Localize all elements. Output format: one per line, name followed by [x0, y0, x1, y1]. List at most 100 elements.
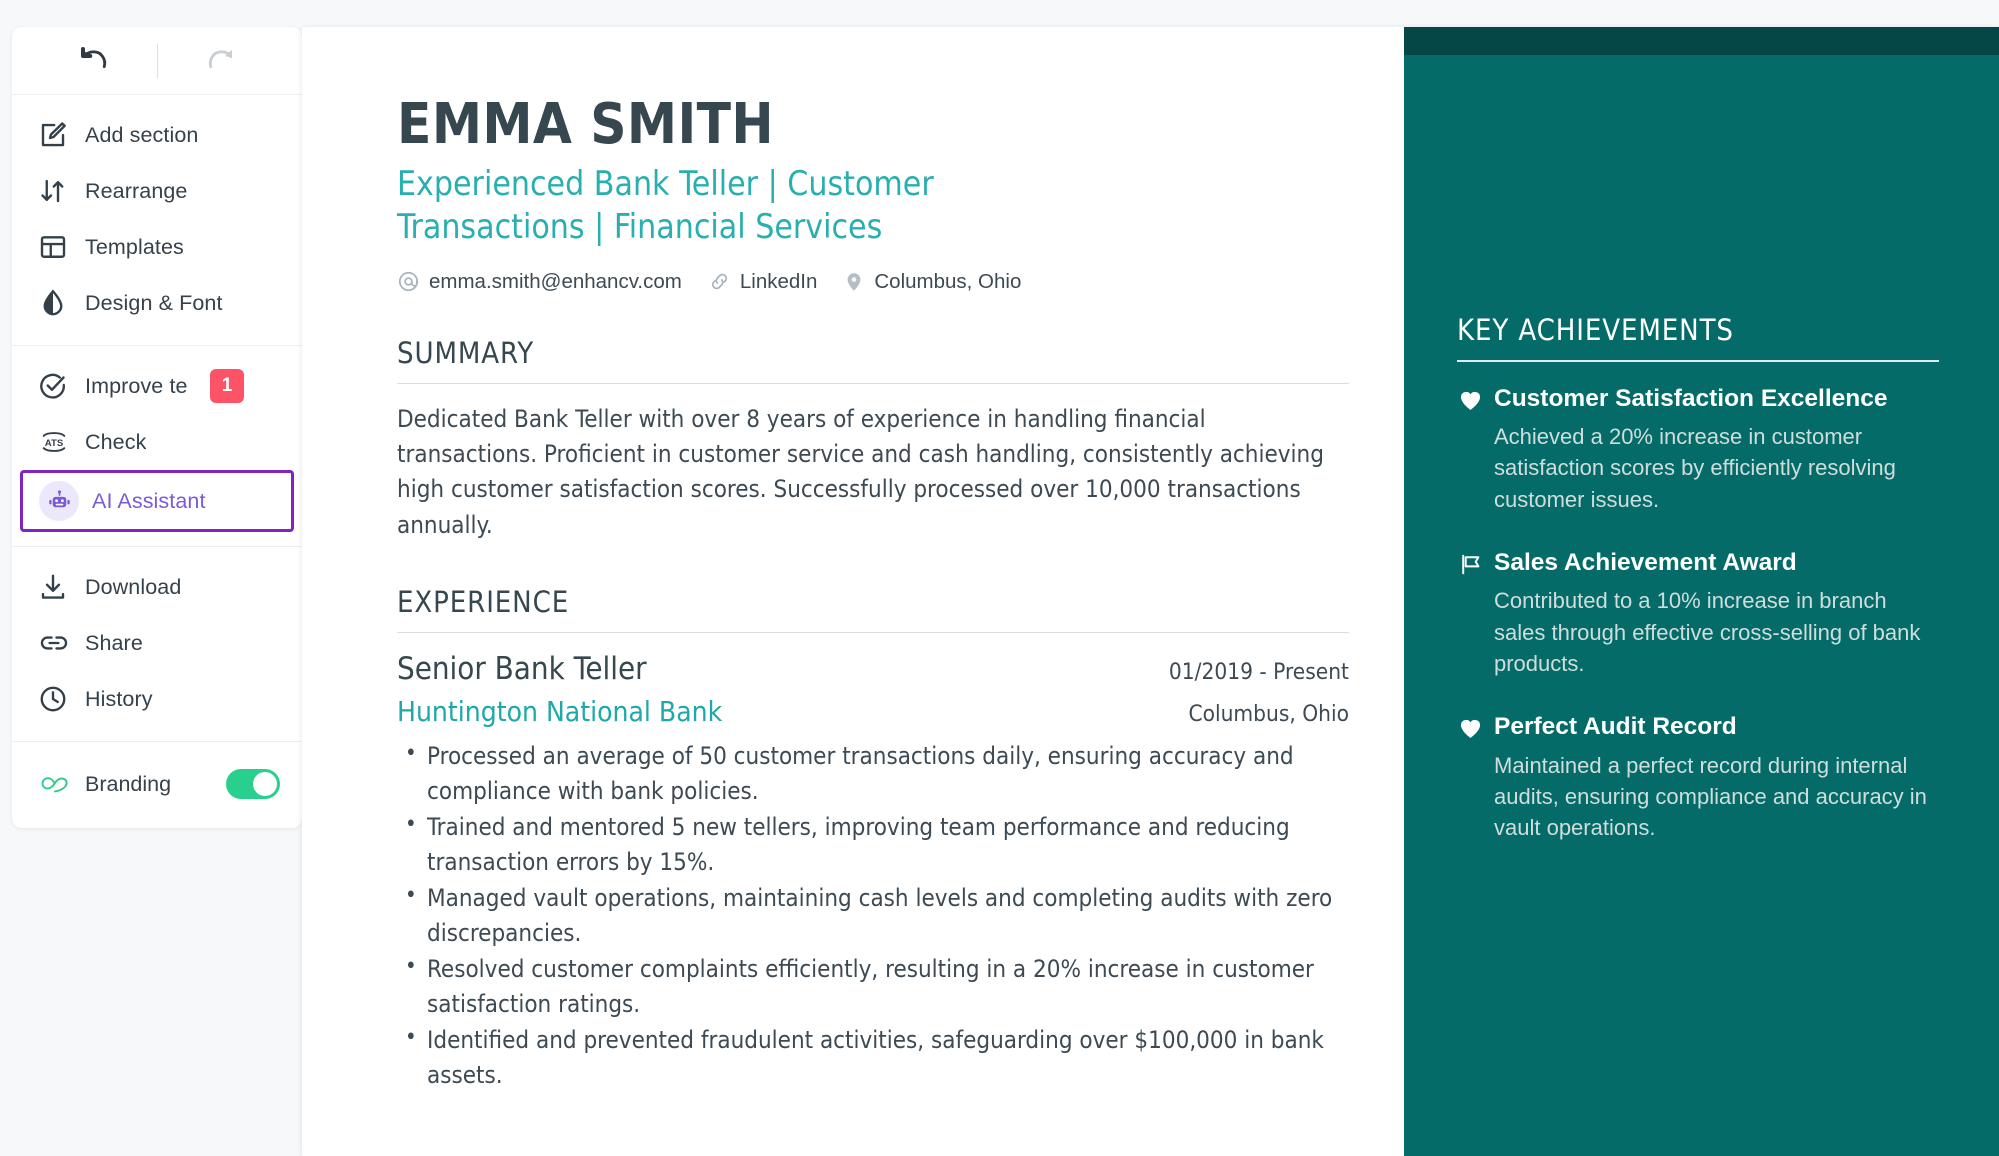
contact-email[interactable]: emma.smith@enhancv.com [397, 270, 682, 294]
resume-main-column: EMMA SMITH Experienced Bank Teller | Cus… [302, 27, 1404, 1094]
redo-icon [208, 49, 232, 68]
job-dates[interactable]: 01/2019 - Present [1169, 659, 1349, 685]
contact-location[interactable]: Columbus, Ohio [843, 270, 1021, 294]
resume-side-panel: KEY ACHIEVEMENTS Customer Satisfaction E… [1404, 27, 1999, 1156]
toggle-knob [253, 772, 277, 796]
section-title-summary: SUMMARY [397, 335, 535, 370]
contact-linkedin-text: LinkedIn [739, 269, 818, 293]
sidebar-item-label: History [85, 686, 153, 711]
ats-icon: ATS [38, 427, 72, 457]
achievement-item[interactable]: Perfect Audit Record Maintained a perfec… [1457, 712, 1939, 843]
achievement-item[interactable]: Customer Satisfaction Excellence Achieve… [1457, 384, 1939, 515]
contact-email-text: emma.smith@enhancv.com [429, 269, 682, 293]
sidebar-item-label: Rearrange [85, 178, 188, 203]
branding-toggle[interactable] [226, 769, 280, 799]
sidebar-item-label: Share [85, 630, 143, 655]
achievement-heading: Sales Achievement Award [1494, 548, 1797, 576]
link-chain-icon [708, 270, 731, 293]
sidebar-item-download[interactable]: Download [12, 559, 302, 615]
sidebar-group-assist: Improve te 1 ATS Check AI Assistant [12, 346, 302, 547]
job-subheader: Huntington National Bank Columbus, Ohio [397, 695, 1349, 728]
sidebar-item-add-section[interactable]: Add section [12, 107, 302, 163]
summary-text[interactable]: Dedicated Bank Teller with over 8 years … [397, 402, 1327, 543]
achievement-description: Contributed to a 10% increase in branch … [1494, 588, 1921, 676]
list-item[interactable]: Managed vault operations, maintaining ca… [405, 880, 1347, 951]
job-location[interactable]: Columbus, Ohio [1188, 701, 1349, 727]
edit-square-icon [38, 120, 72, 150]
contact-row: emma.smith@enhancv.com LinkedIn Columbus… [397, 270, 1349, 294]
sidebar-item-rearrange[interactable]: Rearrange [12, 163, 302, 219]
sidebar-item-label: Improve te [85, 373, 188, 398]
job-company[interactable]: Huntington National Bank [397, 695, 722, 728]
achievement-body: Customer Satisfaction Excellence Achieve… [1494, 384, 1939, 515]
map-pin-icon [843, 271, 865, 293]
section-title-key-achievements: KEY ACHIEVEMENTS [1457, 313, 1734, 347]
section-divider [1457, 360, 1939, 362]
download-icon [38, 572, 72, 602]
branding-row: Branding [12, 754, 302, 814]
achievement-body: Perfect Audit Record Maintained a perfec… [1494, 712, 1939, 843]
sidebar-item-improve-text[interactable]: Improve te 1 [12, 358, 302, 414]
link-share-icon [38, 628, 72, 658]
robot-icon [39, 481, 79, 521]
sidebar-item-label: Design & Font [85, 290, 223, 315]
sidebar-group-branding: Branding [12, 742, 302, 828]
templates-layout-icon [38, 232, 72, 262]
heart-icon [1457, 712, 1494, 843]
sidebar-group-edit: Add section Rearrange Templates Design &… [12, 95, 302, 346]
list-item[interactable]: Resolved customer complaints efficiently… [405, 951, 1347, 1022]
undo-redo-toolbar [12, 27, 302, 95]
svg-text:ATS: ATS [45, 438, 64, 449]
sidebar-item-label: Download [85, 574, 182, 599]
heart-icon [1457, 384, 1494, 515]
sidebar-item-ai-assistant[interactable]: AI Assistant [20, 470, 294, 532]
job-bullet-list: Processed an average of 50 customer tran… [397, 738, 1349, 1093]
section-divider [397, 631, 1349, 633]
sidebar-item-label: Check [85, 429, 147, 454]
list-item[interactable]: Processed an average of 50 customer tran… [405, 738, 1347, 809]
sidebar-item-label: Add section [85, 122, 199, 147]
status-badge: 1 [210, 369, 244, 403]
clock-history-icon [38, 684, 72, 714]
rearrange-arrows-icon [38, 176, 72, 206]
achievement-heading: Customer Satisfaction Excellence [1494, 384, 1888, 412]
achievement-description: Maintained a perfect record during inter… [1494, 752, 1927, 841]
sidebar-item-design-font[interactable]: Design & Font [12, 275, 302, 331]
sidebar-item-label: AI Assistant [92, 488, 206, 513]
achievement-heading: Perfect Audit Record [1494, 713, 1737, 741]
section-divider [397, 382, 1349, 384]
flag-icon [1457, 548, 1494, 679]
experience-entry: Senior Bank Teller 01/2019 - Present Hun… [397, 651, 1349, 1093]
page-title[interactable]: EMMA SMITH [397, 94, 1349, 155]
list-item[interactable]: Identified and prevented fraudulent acti… [405, 1022, 1347, 1093]
undo-button[interactable] [31, 31, 157, 91]
undo-icon [80, 46, 106, 68]
sidebar-item-history[interactable]: History [12, 671, 302, 727]
check-circle-icon [38, 371, 72, 401]
achievement-body: Sales Achievement Award Contributed to a… [1494, 548, 1939, 679]
redo-button[interactable] [158, 31, 284, 91]
section-summary: SUMMARY Dedicated Bank Teller with over … [397, 336, 1349, 543]
section-title-experience: EXPERIENCE [397, 584, 570, 619]
resume-page: EMMA SMITH Experienced Bank Teller | Cus… [302, 27, 1999, 1156]
enhancv-infinity-logo-icon [38, 772, 72, 796]
sidebar-item-ats-check[interactable]: ATS Check [12, 414, 302, 470]
job-title[interactable]: Senior Bank Teller [397, 651, 647, 687]
list-item[interactable]: Trained and mentored 5 new tellers, impr… [405, 809, 1347, 880]
at-email-icon [397, 270, 420, 293]
contact-location-text: Columbus, Ohio [874, 269, 1022, 293]
side-panel-top-band [1404, 27, 1999, 55]
contact-linkedin[interactable]: LinkedIn [708, 269, 818, 294]
section-experience: EXPERIENCE Senior Bank Teller 01/2019 - … [397, 585, 1349, 1093]
resume-builder-app: Add section Rearrange Templates Design &… [0, 0, 1999, 1156]
branding-label: Branding [85, 771, 172, 796]
left-sidebar: Add section Rearrange Templates Design &… [12, 27, 302, 828]
design-font-droplet-icon [38, 288, 72, 318]
job-header: Senior Bank Teller 01/2019 - Present [397, 651, 1349, 687]
key-achievements-block: KEY ACHIEVEMENTS Customer Satisfaction E… [1404, 55, 1999, 876]
resume-headline[interactable]: Experienced Bank Teller | Customer Trans… [397, 163, 1097, 247]
achievement-item[interactable]: Sales Achievement Award Contributed to a… [1457, 548, 1939, 679]
sidebar-item-templates[interactable]: Templates [12, 219, 302, 275]
sidebar-item-label: Templates [85, 234, 184, 259]
sidebar-item-share[interactable]: Share [12, 615, 302, 671]
